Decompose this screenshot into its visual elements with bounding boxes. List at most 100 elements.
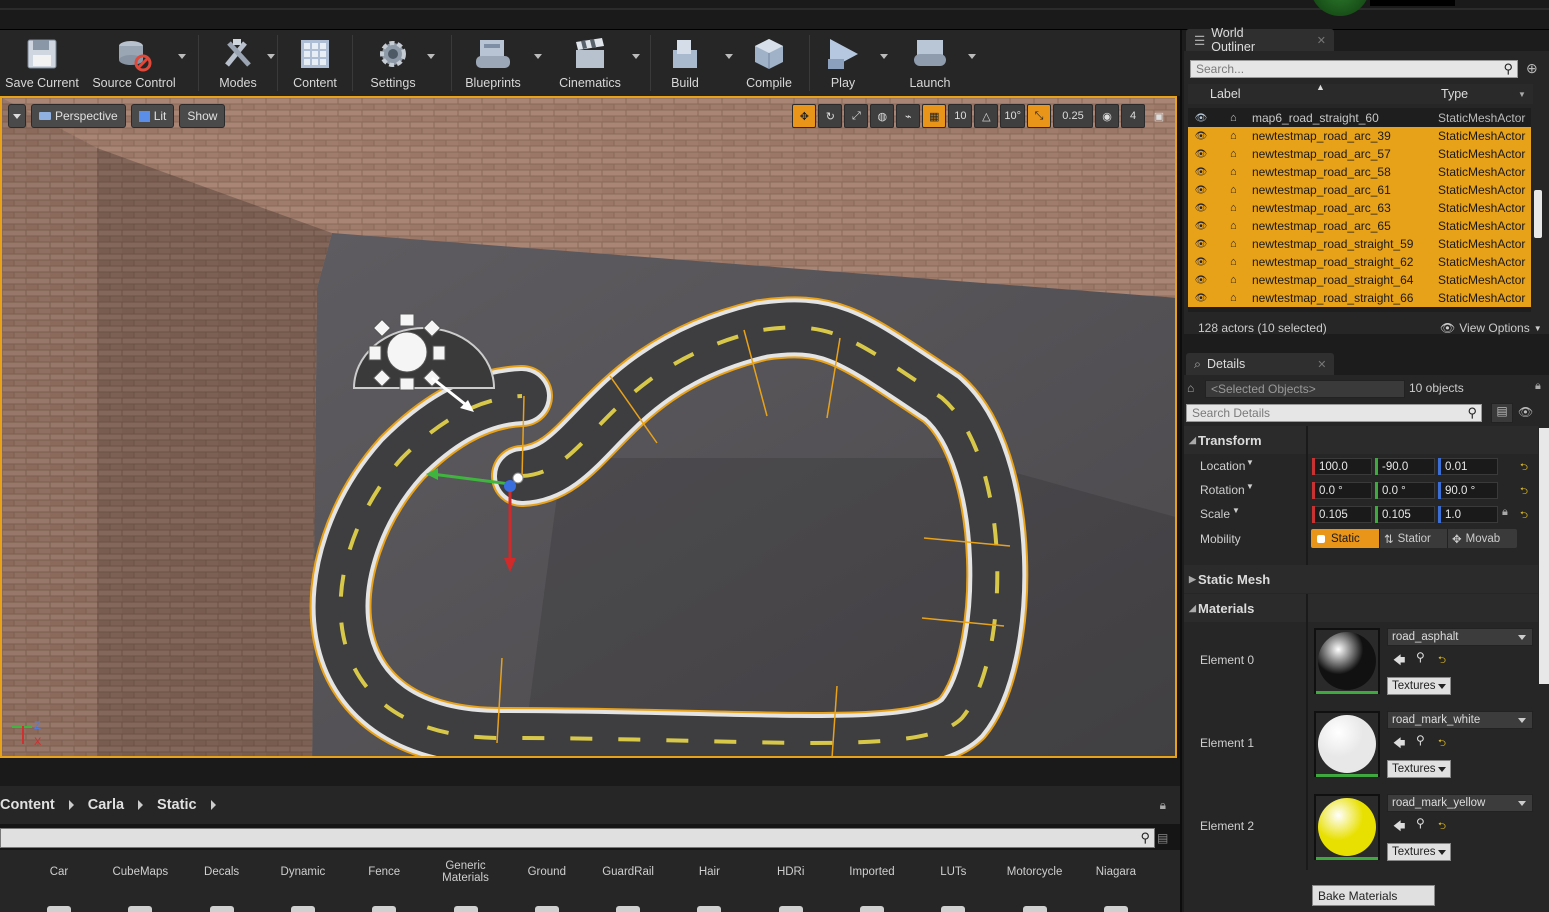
breadcrumb-content[interactable]: Content [0,797,55,813]
rotation-snap-value[interactable]: 10° [1000,104,1025,128]
outliner-row[interactable]: 👁︎ ⌂ newtestmap_road_arc_39 StaticMeshActor [1188,127,1531,145]
reset-icon[interactable]: ⮌ [1520,484,1528,501]
location-z-field[interactable]: 0.01 [1438,458,1498,475]
folder-icon[interactable] [778,906,803,912]
folder-item[interactable]: Hair [669,866,749,878]
scale-label[interactable]: Scale [1200,507,1230,521]
scale-y-field[interactable]: 0.105 [1375,506,1435,523]
static-mesh-section-header[interactable]: ▶ Static Mesh [1184,565,1538,593]
outliner-scrollbar[interactable] [1534,190,1542,238]
folder-item[interactable]: HDRi [751,866,831,878]
search-icon[interactable]: ⚲ [1503,61,1513,77]
chevron-down-icon[interactable] [968,54,976,59]
folder-icon[interactable] [860,906,884,912]
folder-item[interactable]: Generic Materials [426,860,506,884]
cinematics-button[interactable]: Cinematics [546,30,640,96]
textures-button[interactable]: Textures [1387,677,1451,695]
translate-mode-icon[interactable]: ✥ [792,104,817,128]
location-y-field[interactable]: -90.0 [1375,458,1435,475]
eye-icon[interactable]: 👁︎ [1518,405,1533,419]
view-options-button[interactable]: 👁︎ View Options ▼ [1440,321,1542,335]
folder-item[interactable]: LUTs [913,866,993,878]
material-thumbnail[interactable] [1314,711,1380,777]
scale-z-field[interactable]: 1.0 [1438,506,1498,523]
rotation-x-field[interactable]: 0.0 ° [1312,482,1372,499]
lock-icon[interactable]: 🔒︎ [1160,798,1166,813]
lock-icon[interactable]: 🔒︎ [1535,380,1541,393]
settings-button[interactable]: Settings [353,30,435,96]
maximize-viewport-icon[interactable]: ▣ [1147,104,1171,128]
outliner-search-input[interactable]: Search... ⚲ [1190,60,1518,78]
visibility-eye-icon[interactable]: 👁︎ [1188,149,1214,160]
chevron-right-icon[interactable] [138,800,144,810]
level-viewport[interactable]: Perspective Lit Show ✥ ↻ ⤢ ◍ ⌁ ▦ 10 △ 10… [0,96,1177,758]
visibility-eye-icon[interactable]: 👁︎ [1188,167,1214,178]
column-label[interactable]: Label [1210,87,1241,101]
search-icon[interactable]: ⚲ [1467,405,1477,421]
visibility-eye-icon[interactable]: 👁︎ [1188,131,1214,142]
browse-icon[interactable]: ⚲ [1416,816,1425,830]
save-search-icon[interactable]: ▤ [1157,831,1168,845]
folder-icon[interactable] [47,906,71,912]
chevron-down-icon[interactable] [880,54,888,59]
world-space-icon[interactable]: ◍ [870,104,895,128]
folder-item[interactable]: Dynamic [263,866,343,878]
textures-button[interactable]: Textures [1387,760,1451,778]
materials-section-header[interactable]: ◢ Materials [1184,594,1538,622]
content-button[interactable]: Content [278,30,352,96]
reset-icon[interactable]: ⮌ [1520,508,1528,525]
tab-details[interactable]: ⌕ Details ✕ [1186,353,1334,375]
material-thumbnail[interactable] [1314,794,1380,860]
folder-icon[interactable] [1022,906,1047,912]
tab-world-outliner[interactable]: ☰ World Outliner ✕ [1186,26,1334,54]
play-button[interactable]: Play [810,30,888,96]
material-thumbnail[interactable] [1314,628,1380,694]
material-combo[interactable]: road_mark_yellow [1387,794,1533,812]
folder-item[interactable]: Decals [182,866,262,878]
visibility-eye-icon[interactable]: 👁︎ [1188,239,1214,250]
folder-item[interactable]: Motorcycle [995,866,1075,878]
folder-icon[interactable] [534,906,559,912]
transform-section-header[interactable]: ◢ Transform [1184,426,1538,454]
chevron-down-icon[interactable] [178,54,186,59]
folder-item[interactable]: Ground [507,866,587,878]
breadcrumb-carla[interactable]: Carla [88,797,124,813]
material-combo[interactable]: road_asphalt [1387,628,1533,646]
folder-item[interactable]: Niagara [1076,866,1156,878]
chevron-down-icon[interactable] [632,54,640,59]
reset-icon[interactable]: ⮌ [1520,460,1528,477]
chevron-down-icon[interactable]: ▼ [1232,506,1240,515]
folder-icon[interactable] [290,906,315,912]
lit-button[interactable]: Lit [130,104,175,128]
rotate-mode-icon[interactable]: ↻ [818,104,843,128]
browse-icon[interactable]: ⚲ [1416,733,1425,747]
folder-item[interactable]: CubeMaps [100,866,180,878]
outliner-row[interactable]: 👁︎ ⌂ newtestmap_road_straight_66 StaticMesh… [1188,289,1531,307]
location-label[interactable]: Location [1200,459,1245,473]
folder-item[interactable]: GuardRail [588,866,668,878]
folder-icon[interactable] [616,906,641,912]
chevron-down-icon[interactable] [534,54,542,59]
mobility-static-option[interactable]: Static [1311,529,1379,548]
camera-speed-value[interactable]: 4 [1121,104,1145,128]
visibility-eye-icon[interactable]: 👁︎ [1188,293,1214,304]
save-current-button[interactable]: Save Current [0,30,84,96]
content-search-input[interactable]: ⚲ [0,828,1155,848]
sort-up-icon[interactable]: ▲ [1316,82,1325,92]
rotation-y-field[interactable]: 0.0 ° [1375,482,1435,499]
chevron-down-icon[interactable] [427,54,435,59]
outliner-row[interactable]: 👁︎ ⌂ newtestmap_road_arc_63 StaticMeshActor [1188,199,1531,217]
rotation-snap-icon[interactable]: △ [974,104,999,128]
location-x-field[interactable]: 100.0 [1312,458,1372,475]
blueprints-button[interactable]: Blueprints [452,30,542,96]
outliner-row[interactable]: 👁︎ ⌂ newtestmap_road_straight_62 StaticMesh… [1188,253,1531,271]
visibility-eye-icon[interactable]: 👁︎ [1188,257,1214,268]
modes-button[interactable]: Modes [199,30,277,96]
selected-objects-field[interactable]: <Selected Objects> [1205,380,1405,398]
folder-icon[interactable] [453,906,478,912]
chevron-down-icon[interactable]: ▼ [1246,458,1254,467]
rotation-z-field[interactable]: 90.0 ° [1438,482,1498,499]
close-icon[interactable]: ✕ [1317,34,1326,47]
compile-button[interactable]: Compile [729,30,809,96]
visibility-eye-icon[interactable]: 👁︎ [1188,221,1214,232]
